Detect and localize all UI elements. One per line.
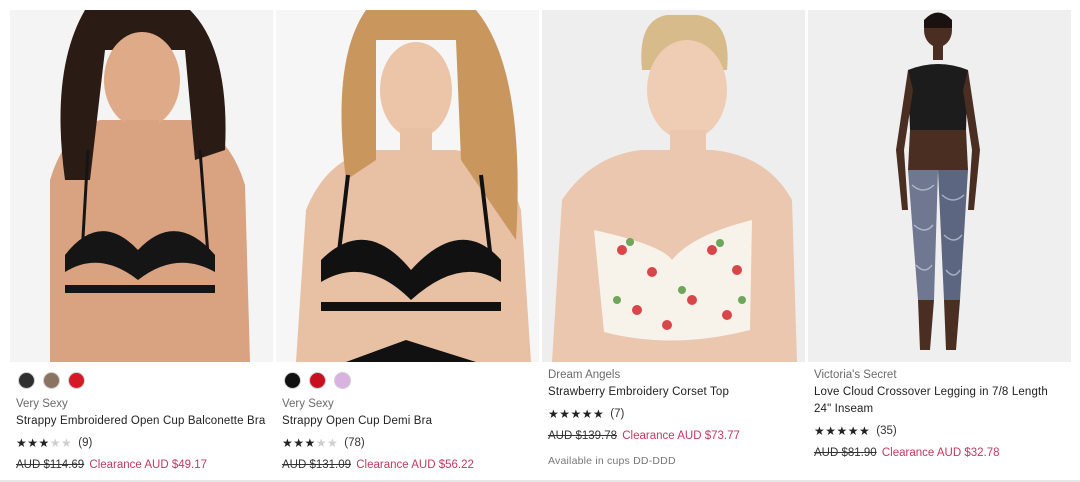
product-name[interactable]: Strappy Embroidered Open Cup Balconette … — [16, 413, 269, 430]
rating: ★★★★★ (78) — [282, 435, 535, 452]
review-count[interactable]: (78) — [344, 435, 364, 452]
rating: ★★★★★ (35) — [814, 423, 1067, 440]
product-grid: Very Sexy Strappy Embroidered Open Cup B… — [10, 10, 1072, 482]
color-swatches — [284, 372, 351, 389]
product-image[interactable] — [10, 10, 273, 362]
product-meta: Very Sexy Strappy Embroidered Open Cup B… — [16, 396, 269, 474]
sale-price: Clearance AUD $32.78 — [881, 447, 1000, 459]
original-price: AUD $131.09 — [282, 459, 352, 471]
product-meta: Dream Angels Strawberry Embroidery Corse… — [548, 367, 801, 470]
product-card[interactable]: Very Sexy Strappy Open Cup Demi Bra ★★★★… — [276, 10, 539, 482]
original-price: AUD $139.78 — [548, 430, 618, 442]
price: AUD $114.69 Clearance AUD $49.17 — [16, 457, 269, 474]
color-swatch[interactable] — [334, 372, 351, 389]
availability-note: Available in cups DD-DDD — [548, 455, 676, 467]
sale-price: Clearance AUD $49.17 — [89, 459, 208, 471]
original-price: AUD $81.90 — [814, 447, 877, 459]
product-brand: Victoria's Secret — [814, 369, 897, 381]
color-swatch[interactable] — [18, 372, 35, 389]
product-brand: Very Sexy — [16, 398, 68, 410]
rating-stars-icon: ★★★★★ — [282, 436, 339, 450]
color-swatch[interactable] — [68, 372, 85, 389]
sale-price: Clearance AUD $73.77 — [622, 430, 740, 442]
review-count[interactable]: (35) — [876, 423, 896, 440]
color-swatch[interactable] — [309, 372, 326, 389]
price: AUD $131.09 Clearance AUD $56.22 — [282, 457, 535, 474]
color-swatches — [18, 372, 85, 389]
product-name[interactable]: Strappy Open Cup Demi Bra — [282, 413, 535, 430]
product-brand: Very Sexy — [282, 398, 334, 410]
product-name[interactable]: Strawberry Embroidery Corset Top — [548, 384, 801, 401]
rating: ★★★★★ (9) — [16, 435, 269, 452]
product-card[interactable]: Dream Angels Strawberry Embroidery Corse… — [542, 10, 805, 482]
review-count[interactable]: (7) — [610, 406, 624, 423]
product-meta: Very Sexy Strappy Open Cup Demi Bra ★★★★… — [282, 396, 535, 474]
color-swatch[interactable] — [284, 372, 301, 389]
rating: ★★★★★ (7) — [548, 406, 801, 423]
product-name[interactable]: Love Cloud Crossover Legging in 7/8 Leng… — [814, 384, 1067, 418]
price: AUD $139.78 Clearance AUD $73.77 — [548, 428, 801, 445]
price: AUD $81.90 Clearance AUD $32.78 — [814, 445, 1067, 462]
review-count[interactable]: (9) — [78, 435, 92, 452]
rating-stars-icon: ★★★★★ — [548, 407, 605, 421]
original-price: AUD $114.69 — [16, 459, 85, 471]
product-card[interactable]: Victoria's Secret Love Cloud Crossover L… — [808, 10, 1071, 482]
product-image[interactable] — [542, 10, 805, 362]
product-meta: Victoria's Secret Love Cloud Crossover L… — [814, 367, 1067, 462]
rating-stars-icon: ★★★★★ — [16, 436, 73, 450]
product-image[interactable] — [276, 10, 539, 362]
product-brand: Dream Angels — [548, 369, 621, 381]
sale-price: Clearance AUD $56.22 — [356, 459, 474, 471]
rating-stars-icon: ★★★★★ — [814, 424, 871, 438]
color-swatch[interactable] — [43, 372, 60, 389]
product-image[interactable] — [808, 10, 1071, 362]
product-card[interactable]: Very Sexy Strappy Embroidered Open Cup B… — [10, 10, 273, 482]
